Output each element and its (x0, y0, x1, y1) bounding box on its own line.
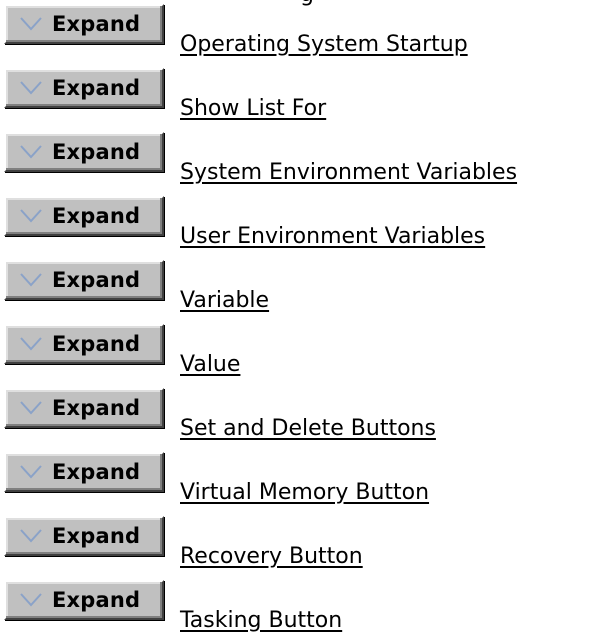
topic-list: Expand Operating System Startup Expand S… (0, 0, 604, 640)
chevron-down-icon (20, 145, 42, 159)
expand-button[interactable]: Expand (4, 324, 164, 364)
chevron-down-icon (20, 17, 42, 31)
expand-button-label: Expand (52, 524, 141, 548)
topic-row: Expand Value (0, 320, 604, 384)
expand-button-label: Expand (52, 12, 141, 36)
topic-link-variable[interactable]: Variable (180, 287, 269, 315)
expand-button[interactable]: Expand (4, 68, 164, 108)
chevron-down-icon (20, 593, 42, 607)
expand-button-label: Expand (52, 588, 141, 612)
topic-link-user-environment-variables[interactable]: User Environment Variables (180, 223, 485, 251)
topic-row: Expand Tasking Button (0, 576, 604, 640)
expand-button[interactable]: Expand (4, 260, 164, 300)
topic-row: Expand Show List For (0, 64, 604, 128)
expand-button[interactable]: Expand (4, 4, 164, 44)
expand-button[interactable]: Expand (4, 132, 164, 172)
expand-button-label: Expand (52, 140, 141, 164)
chevron-down-icon (20, 337, 42, 351)
chevron-down-icon (20, 465, 42, 479)
topic-row: Expand Operating System Startup (0, 0, 604, 64)
topic-row: Expand Recovery Button (0, 512, 604, 576)
expand-button[interactable]: Expand (4, 516, 164, 556)
expand-button-label: Expand (52, 460, 141, 484)
topic-link-set-and-delete-buttons[interactable]: Set and Delete Buttons (180, 415, 436, 443)
topic-link-show-list-for[interactable]: Show List For (180, 95, 326, 123)
chevron-down-icon (20, 81, 42, 95)
expand-button-label: Expand (52, 204, 141, 228)
topic-row: Expand User Environment Variables (0, 192, 604, 256)
topic-link-tasking-button[interactable]: Tasking Button (180, 607, 342, 635)
expand-button-label: Expand (52, 332, 141, 356)
topic-link-virtual-memory-button[interactable]: Virtual Memory Button (180, 479, 429, 507)
chevron-down-icon (20, 273, 42, 287)
topic-row: Expand Set and Delete Buttons (0, 384, 604, 448)
topic-link-value[interactable]: Value (180, 351, 240, 379)
chevron-down-icon (20, 401, 42, 415)
expand-button-label: Expand (52, 268, 141, 292)
expand-button-label: Expand (52, 76, 141, 100)
topic-row: Expand Variable (0, 256, 604, 320)
expand-button[interactable]: Expand (4, 388, 164, 428)
expand-button[interactable]: Expand (4, 196, 164, 236)
chevron-down-icon (20, 529, 42, 543)
topic-row: Expand System Environment Variables (0, 128, 604, 192)
chevron-down-icon (20, 209, 42, 223)
topic-link-system-environment-variables[interactable]: System Environment Variables (180, 159, 517, 187)
topic-link-operating-system-startup[interactable]: Operating System Startup (180, 31, 468, 59)
topic-link-recovery-button[interactable]: Recovery Button (180, 543, 363, 571)
expand-button[interactable]: Expand (4, 452, 164, 492)
expand-button[interactable]: Expand (4, 580, 164, 620)
topic-row: Expand Virtual Memory Button (0, 448, 604, 512)
expand-button-label: Expand (52, 396, 141, 420)
